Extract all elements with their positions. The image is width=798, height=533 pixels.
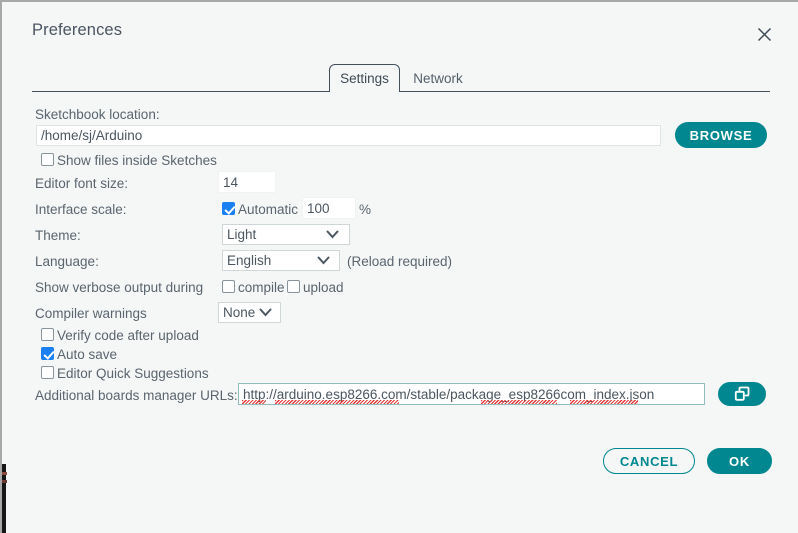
editor-font-size-label: Editor font size: <box>35 176 128 191</box>
verify-code-after-upload-label: Verify code after upload <box>57 328 199 343</box>
verify-code-after-upload-checkbox[interactable] <box>41 328 54 341</box>
editor-quick-suggestions-checkbox[interactable] <box>41 366 54 379</box>
verbose-output-label: Show verbose output during <box>35 280 203 295</box>
interface-scale-input[interactable] <box>302 197 356 219</box>
tab-network-label: Network <box>413 71 463 86</box>
auto-save-checkbox[interactable] <box>41 347 54 360</box>
show-files-inside-sketches-checkbox[interactable] <box>41 153 54 166</box>
language-label: Language: <box>35 254 99 269</box>
interface-scale-unit: % <box>359 202 371 217</box>
preferences-dialog: Preferences Settings Network Sketchbook … <box>0 0 798 533</box>
interface-scale-automatic-checkbox[interactable] <box>222 202 235 215</box>
interface-scale-label: Interface scale: <box>35 202 127 217</box>
cancel-button-label: CANCEL <box>620 454 678 469</box>
page-title: Preferences <box>32 21 122 40</box>
tab-network[interactable]: Network <box>402 64 474 92</box>
boards-manager-expand-button[interactable] <box>718 382 766 406</box>
language-reload-note: (Reload required) <box>347 254 452 269</box>
close-icon-glyph <box>757 27 772 42</box>
close-icon[interactable] <box>750 20 778 48</box>
tab-settings-label: Settings <box>340 71 389 86</box>
verbose-upload-checkbox[interactable] <box>287 280 300 293</box>
compiler-warnings-select[interactable]: None <box>218 302 281 323</box>
theme-label: Theme: <box>35 228 81 243</box>
boards-manager-urls-label: Additional boards manager URLs: <box>35 388 238 403</box>
sketchbook-location-input[interactable] <box>36 125 661 146</box>
theme-select[interactable]: Light <box>222 224 350 245</box>
compiler-warnings-label: Compiler warnings <box>35 306 147 321</box>
verbose-compile-label: compile <box>238 280 285 295</box>
interface-scale-automatic-label: Automatic <box>238 202 298 217</box>
browse-button[interactable]: BROWSE <box>675 122 767 148</box>
window-edge-artifact <box>2 480 7 483</box>
sketchbook-location-label: Sketchbook location: <box>35 107 160 122</box>
window-edge-artifact <box>2 472 7 475</box>
auto-save-label: Auto save <box>57 347 117 362</box>
editor-quick-suggestions-label: Editor Quick Suggestions <box>57 366 209 381</box>
tab-settings[interactable]: Settings <box>329 64 400 92</box>
browse-button-label: BROWSE <box>690 128 753 143</box>
cancel-button[interactable]: CANCEL <box>603 448 695 474</box>
tab-strip: Settings Network <box>2 64 798 92</box>
verbose-compile-checkbox[interactable] <box>222 280 235 293</box>
tab-rule-left <box>32 91 329 92</box>
language-select[interactable]: English <box>222 250 340 271</box>
boards-manager-urls-input[interactable] <box>238 383 705 405</box>
open-window-icon <box>734 386 751 402</box>
ok-button-label: OK <box>729 454 750 469</box>
dialog-title-bar: Preferences <box>2 2 798 60</box>
ok-button[interactable]: OK <box>707 448 772 474</box>
verbose-upload-label: upload <box>303 280 344 295</box>
show-files-inside-sketches-label: Show files inside Sketches <box>57 153 217 168</box>
editor-font-size-input[interactable] <box>218 171 276 193</box>
